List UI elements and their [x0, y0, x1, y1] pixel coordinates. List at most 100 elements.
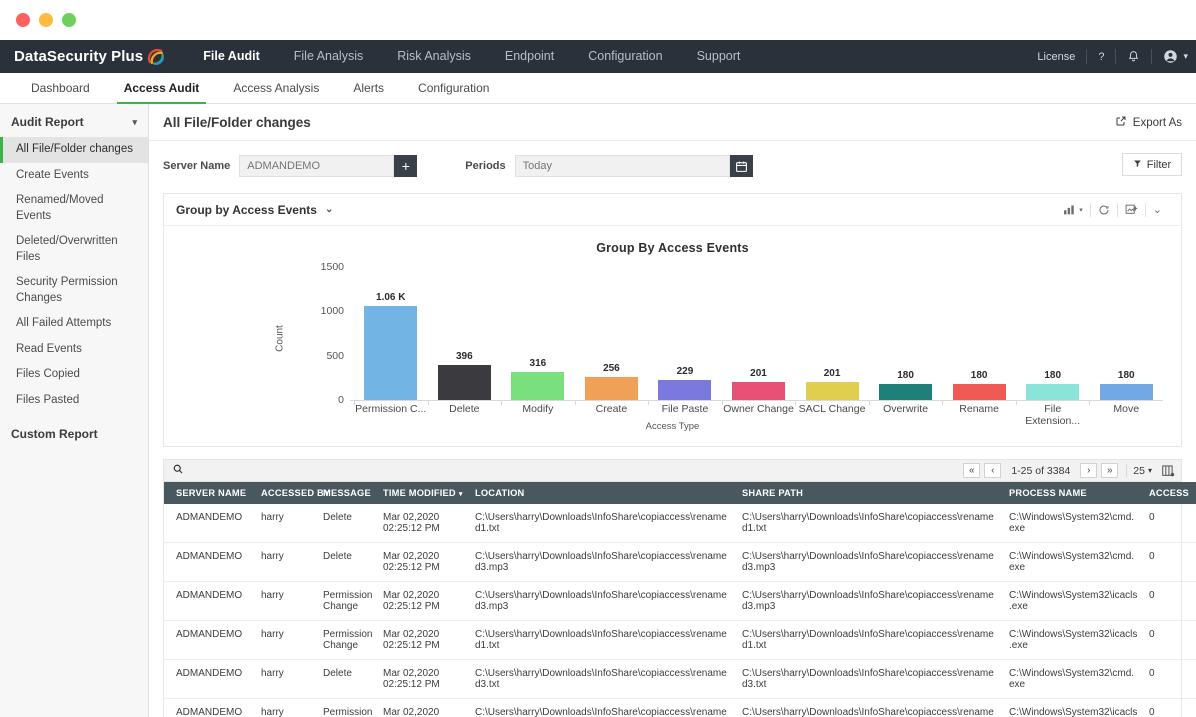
table-header-row: SERVER NAME ACCESSED BY MESSAGE TIME MOD… — [164, 482, 1196, 504]
export-as-button[interactable]: Export As — [1115, 115, 1182, 130]
refresh-icon[interactable] — [1091, 204, 1117, 216]
search-icon[interactable] — [172, 462, 184, 480]
calendar-icon[interactable] — [729, 155, 753, 177]
account-icon[interactable] — [1163, 49, 1178, 64]
column-header-message[interactable]: MESSAGE — [318, 482, 378, 504]
chart-bar[interactable] — [584, 377, 638, 400]
column-settings-icon[interactable] — [1152, 464, 1175, 477]
sort-descending-icon: ▾ — [458, 491, 463, 498]
chart-bar-column[interactable]: 180 — [1016, 267, 1090, 400]
page-size-selector[interactable]: 25 ▾ — [1133, 465, 1152, 477]
funnel-icon — [1133, 159, 1142, 171]
chart-bar-value-label: 1.06 K — [376, 292, 406, 304]
chart-type-icon[interactable]: ▾ — [1057, 204, 1090, 215]
table-row[interactable]: ADMANDEMO harry Delete Mar 02,2020 02:25:12… — [164, 659, 1196, 699]
column-header-process-name[interactable]: PROCESS NAME — [1004, 482, 1144, 504]
periods-input[interactable] — [514, 155, 730, 177]
collapse-icon[interactable]: ⌄ — [1146, 203, 1169, 216]
subnav-item-configuration[interactable]: Configuration — [401, 73, 506, 103]
subnav-item-access-audit[interactable]: Access Audit — [107, 73, 217, 104]
chart-bar-column[interactable]: 396 — [428, 267, 502, 400]
chart-bar-column[interactable]: 229 — [648, 267, 722, 400]
table-row[interactable]: ADMANDEMOharryPermission ChangeMar 02,20… — [164, 698, 1196, 717]
last-page-button[interactable]: » — [1101, 463, 1119, 478]
chart-bar[interactable] — [364, 306, 418, 400]
sidebar-item-deleted-overwritten-files[interactable]: Deleted/Overwritten Files — [0, 229, 148, 270]
chart-bar-column[interactable]: 201 — [795, 267, 869, 400]
table-cell-server: ADMANDEMO — [164, 698, 256, 717]
first-page-button[interactable]: « — [963, 463, 981, 478]
window-maximize-button[interactable] — [62, 13, 76, 27]
chart-panel-title-group[interactable]: Group by Access Events ⌄ — [176, 203, 333, 217]
chart-panel-header: Group by Access Events ⌄ ▾ ⌄ — [164, 194, 1181, 226]
window-close-button[interactable] — [16, 13, 30, 27]
chart-bar-column[interactable]: 180 — [1089, 267, 1163, 400]
chart-bar[interactable] — [1026, 384, 1080, 400]
filter-button[interactable]: Filter — [1122, 153, 1182, 176]
sidebar-heading-audit-report[interactable]: Audit Report ▾ — [0, 108, 148, 137]
chart-bar[interactable] — [1099, 384, 1153, 400]
chart-bar-column[interactable]: 1.06 K — [354, 267, 428, 400]
subnav-item-access-analysis[interactable]: Access Analysis — [216, 73, 336, 103]
chart-bar-column[interactable]: 180 — [869, 267, 943, 400]
table-row[interactable]: ADMANDEMO harry Delete Mar 02,2020 02:25:12… — [164, 542, 1196, 582]
chart-bar-column[interactable]: 180 — [942, 267, 1016, 400]
sidebar-item-renamed-moved-events[interactable]: Renamed/Moved Events — [0, 188, 148, 229]
sub-navigation-bar: Dashboard Access Audit Access Analysis A… — [0, 73, 1196, 104]
app-logo[interactable]: DataSecurity Plus — [0, 48, 178, 65]
table-row[interactable]: ADMANDEMOharryPermission ChangeMar 02,20… — [164, 620, 1196, 660]
topnav-item-file-analysis[interactable]: File Analysis — [277, 40, 380, 73]
column-header-accessed-by[interactable]: ACCESSED BY — [256, 482, 330, 504]
sidebar-item-files-pasted[interactable]: Files Pasted — [0, 388, 148, 414]
export-image-icon[interactable] — [1118, 203, 1145, 216]
table-row[interactable]: ADMANDEMOharryPermission ChangeMar 02,20… — [164, 581, 1196, 621]
chart-bar[interactable] — [658, 379, 712, 400]
table-row[interactable]: ADMANDEMO harry Delete Mar 02,2020 02:25:12… — [164, 504, 1196, 543]
chart-bar[interactable] — [511, 371, 565, 400]
account-caret-icon[interactable]: ▾ — [1183, 51, 1188, 62]
topnav-utility-area: License ? ▾ — [1037, 40, 1188, 73]
table-header: SERVER NAME ACCESSED BY MESSAGE TIME MOD… — [164, 482, 1196, 504]
subnav-item-dashboard[interactable]: Dashboard — [14, 73, 107, 103]
topnav-item-configuration[interactable]: Configuration — [571, 40, 679, 73]
sidebar-item-all-failed-attempts[interactable]: All Failed Attempts — [0, 311, 148, 337]
sidebar-item-create-events[interactable]: Create Events — [0, 163, 148, 189]
bell-icon[interactable] — [1127, 50, 1140, 63]
column-header-location[interactable]: LOCATION — [470, 482, 737, 504]
topnav-item-file-audit[interactable]: File Audit — [186, 40, 276, 73]
column-header-server-name[interactable]: SERVER NAME — [164, 482, 256, 504]
license-link[interactable]: License — [1037, 51, 1075, 63]
chart-bar[interactable] — [952, 384, 1006, 400]
topnav-item-endpoint[interactable]: Endpoint — [488, 40, 571, 73]
app-name: DataSecurity Plus — [14, 48, 144, 65]
table-cell-share: C:\Users\harry\Downloads\InfoShare\copia… — [737, 504, 1004, 543]
add-server-button[interactable]: + — [394, 155, 418, 177]
column-header-share-path[interactable]: SHARE PATH — [737, 482, 1004, 504]
sidebar-heading-custom-report[interactable]: Custom Report — [0, 413, 148, 447]
chart-panel-title: Group by Access Events — [176, 202, 317, 217]
subnav-item-alerts[interactable]: Alerts — [336, 73, 401, 103]
server-name-input[interactable] — [239, 155, 395, 177]
chart-bar-column[interactable]: 316 — [501, 267, 575, 400]
table-cell-user: harry — [256, 698, 318, 717]
chart-bar[interactable] — [805, 382, 859, 400]
prev-page-button[interactable]: ‹ — [984, 463, 1002, 478]
chart-bar[interactable] — [879, 384, 933, 400]
help-icon[interactable]: ? — [1098, 51, 1104, 63]
sidebar-item-files-copied[interactable]: Files Copied — [0, 362, 148, 388]
column-header-time-modified[interactable]: TIME MODIFIED ▾ — [378, 482, 470, 504]
chart-bar[interactable] — [732, 382, 785, 400]
window-minimize-button[interactable] — [39, 13, 53, 27]
table-cell-server: ADMANDEMO — [164, 504, 256, 543]
table-cell-share: C:\Users\harry\Downloads\InfoShare\copia… — [737, 698, 1004, 717]
next-page-button[interactable]: › — [1080, 463, 1098, 478]
sidebar-item-read-events[interactable]: Read Events — [0, 337, 148, 363]
sidebar-item-all-file-folder-changes[interactable]: All File/Folder changes — [0, 137, 148, 163]
chart-bar-column[interactable]: 201 — [722, 267, 796, 400]
topnav-item-risk-analysis[interactable]: Risk Analysis — [380, 40, 488, 73]
chart-bar[interactable] — [437, 364, 491, 400]
column-header-access[interactable]: ACCESS — [1144, 482, 1196, 504]
topnav-item-support[interactable]: Support — [680, 40, 758, 73]
chart-bar-column[interactable]: 256 — [575, 267, 649, 400]
sidebar-item-security-permission-changes[interactable]: Security Permission Changes — [0, 270, 148, 311]
